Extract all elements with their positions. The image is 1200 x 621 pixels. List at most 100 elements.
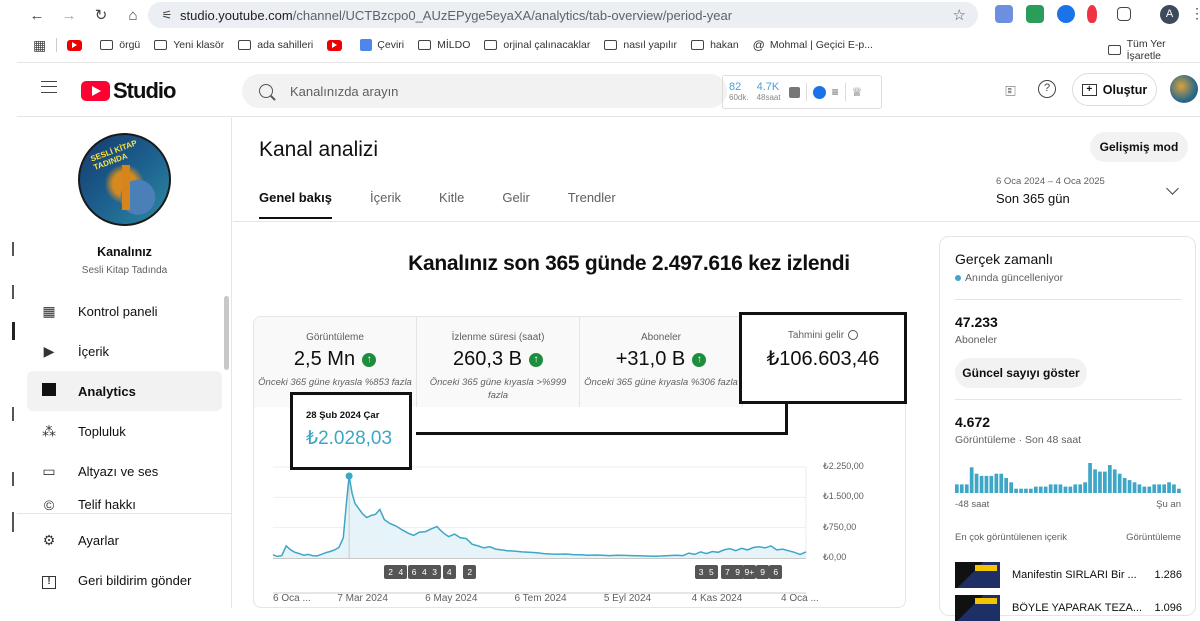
realtime-bar[interactable] [994, 473, 999, 493]
realtime-bar[interactable] [1088, 463, 1092, 493]
sidebar-item-analytics[interactable]: Analytics [27, 371, 222, 411]
bookmark-star-icon[interactable]: ☆ [953, 6, 966, 24]
site-settings-icon[interactable]: ⚟ [154, 8, 180, 22]
realtime-bar[interactable] [1157, 484, 1161, 493]
all-bookmarks[interactable]: Tüm Yer İşaretle [1108, 38, 1200, 62]
back-icon[interactable]: ← [24, 7, 50, 24]
help-icon[interactable]: ? [1038, 80, 1056, 98]
realtime-bar[interactable] [964, 484, 969, 493]
realtime-bar[interactable] [1063, 486, 1068, 493]
realtime-bar[interactable] [1053, 484, 1058, 493]
apps-grid-icon[interactable]: ▦ [33, 37, 46, 54]
realtime-bar[interactable] [1108, 465, 1112, 493]
bookmark-folder[interactable]: nasıl yapılır [604, 39, 677, 51]
bar-chart-icon[interactable] [788, 86, 800, 98]
realtime-bar[interactable] [974, 473, 979, 493]
realtime-bar[interactable] [1137, 484, 1142, 493]
bookmark-youtube[interactable] [327, 39, 346, 51]
sidebar-item-feedback[interactable]: ! Geri bildirim gönder [27, 560, 222, 600]
menu-icon[interactable] [41, 81, 57, 93]
realtime-bar[interactable] [1098, 471, 1102, 493]
sidebar-scrollbar[interactable] [224, 296, 229, 370]
realtime-bar[interactable] [1014, 488, 1018, 493]
tab-revenue[interactable]: Gelir [502, 190, 529, 219]
studio-logo[interactable]: Studio [81, 78, 176, 104]
realtime-bar[interactable] [969, 467, 974, 493]
top-content-row[interactable]: Manifestin SIRLARI Bir ... 1.286 [955, 562, 1182, 588]
realtime-bar[interactable] [1103, 471, 1107, 493]
video-marker-badge[interactable]: 4 [442, 565, 456, 579]
realtime-bar[interactable] [955, 484, 959, 493]
video-marker-badge[interactable]: 5 [704, 565, 718, 579]
bookmark-folder[interactable]: Yeni klasör [154, 39, 224, 51]
realtime-bar[interactable] [1029, 488, 1033, 493]
sidebar-item-community[interactable]: ⁂ Topluluk [27, 411, 222, 451]
realtime-bar[interactable] [989, 475, 994, 493]
bookmark-folder[interactable]: hakan [691, 39, 739, 51]
realtime-bar[interactable] [1083, 482, 1087, 493]
list-icon[interactable]: ≡ [832, 85, 839, 99]
realtime-bar[interactable] [1117, 473, 1122, 493]
address-bar[interactable]: ⚟ studio.youtube.com/channel/UCTBzcpo0_A… [148, 2, 978, 28]
realtime-bar[interactable] [1048, 484, 1053, 493]
realtime-bar[interactable] [1177, 488, 1181, 493]
realtime-bar[interactable] [1127, 480, 1132, 493]
reload-icon[interactable]: ↻ [88, 6, 114, 24]
realtime-bar[interactable] [959, 484, 964, 493]
video-marker-badge[interactable]: 3 [428, 565, 442, 579]
profile-avatar[interactable]: A [1160, 5, 1179, 24]
channel-avatar[interactable]: SESLİ KİTAP TADINDA [78, 133, 171, 226]
forward-icon[interactable]: → [56, 7, 82, 24]
realtime-bar[interactable] [979, 475, 984, 493]
realtime-bar[interactable] [1058, 484, 1063, 493]
stats-extension-widget[interactable]: 82 60dk. 4.7K 48saat ≡ ♕ [722, 75, 882, 109]
bookmark-folder[interactable]: örgü [100, 39, 140, 51]
video-marker-badge[interactable]: 6 [769, 565, 783, 579]
translate-extension-icon[interactable] [995, 5, 1013, 23]
video-marker-badge[interactable]: 2 [463, 565, 477, 579]
metric-estimated-revenue[interactable]: Tahmini gelir ₺106.603,46 [739, 312, 907, 404]
account-avatar[interactable] [1170, 75, 1198, 103]
bookmark-folder[interactable]: ada sahilleri [238, 39, 313, 51]
metric-subscribers[interactable]: Aboneler +31,0 B ↑ Önceki 365 güne kıyasl… [580, 317, 743, 407]
chevron-down-icon[interactable] [1166, 182, 1179, 195]
bookmark-mohmal[interactable]: @ Mohmal | Geçici E-p... [753, 38, 873, 52]
realtime-bar[interactable] [1147, 486, 1152, 493]
more-menu-icon[interactable]: ⋮ [1190, 5, 1200, 22]
realtime-bar[interactable] [1068, 486, 1073, 493]
realtime-bar[interactable] [1019, 488, 1023, 493]
url-text[interactable]: studio.youtube.com/channel/UCTBzcpo0_AUz… [180, 8, 732, 23]
top-content-row[interactable]: BÖYLE YAPARAK TEZA... 1.096 [955, 595, 1182, 621]
realtime-bar[interactable] [1093, 469, 1097, 493]
red-extension-icon[interactable] [1087, 5, 1097, 23]
trophy-icon[interactable]: ♕ [852, 85, 863, 99]
bookmark-youtube[interactable] [67, 39, 86, 51]
realtime-bar[interactable] [1152, 484, 1157, 493]
realtime-bar[interactable] [1142, 486, 1147, 493]
search-input[interactable]: Kanalınızda arayın [242, 74, 727, 108]
realtime-bar[interactable] [1132, 482, 1137, 493]
sidebar-item-settings[interactable]: ⚙ Ayarlar [27, 520, 222, 560]
channel-name[interactable]: Sesli Kitap Tadında [17, 265, 232, 276]
realtime-bar[interactable] [1004, 478, 1008, 493]
bookmark-folder[interactable]: orjinal çalınacaklar [484, 39, 590, 51]
realtime-bar[interactable] [1024, 488, 1028, 493]
advanced-mode-button[interactable]: Gelişmiş mod [1090, 132, 1188, 162]
metric-watch-time[interactable]: İzlenme süresi (saat) 260,3 B ↑ Önceki 36… [417, 317, 580, 407]
realtime-bar[interactable] [1043, 486, 1048, 493]
video-marker-badge[interactable]: 4 [394, 565, 408, 579]
tab-overview[interactable]: Genel bakış [259, 190, 332, 219]
realtime-bar[interactable] [984, 475, 989, 493]
bookmark-folder[interactable]: MİLDO [418, 39, 470, 51]
realtime-bar[interactable] [1034, 486, 1038, 493]
date-range-selector[interactable]: Son 365 gün [996, 191, 1070, 206]
realtime-bar[interactable] [1073, 484, 1078, 493]
tab-trends[interactable]: Trendler [568, 190, 616, 219]
realtime-bar[interactable] [1112, 469, 1117, 493]
show-current-count-button[interactable]: Güncel sayıyı göster [955, 358, 1087, 388]
youtube-extension-icon[interactable] [1026, 5, 1044, 23]
home-icon[interactable]: ⌂ [120, 7, 146, 24]
realtime-bar-chart[interactable] [955, 459, 1182, 493]
camera-icon[interactable] [812, 85, 826, 99]
tab-content[interactable]: İçerik [370, 190, 401, 219]
